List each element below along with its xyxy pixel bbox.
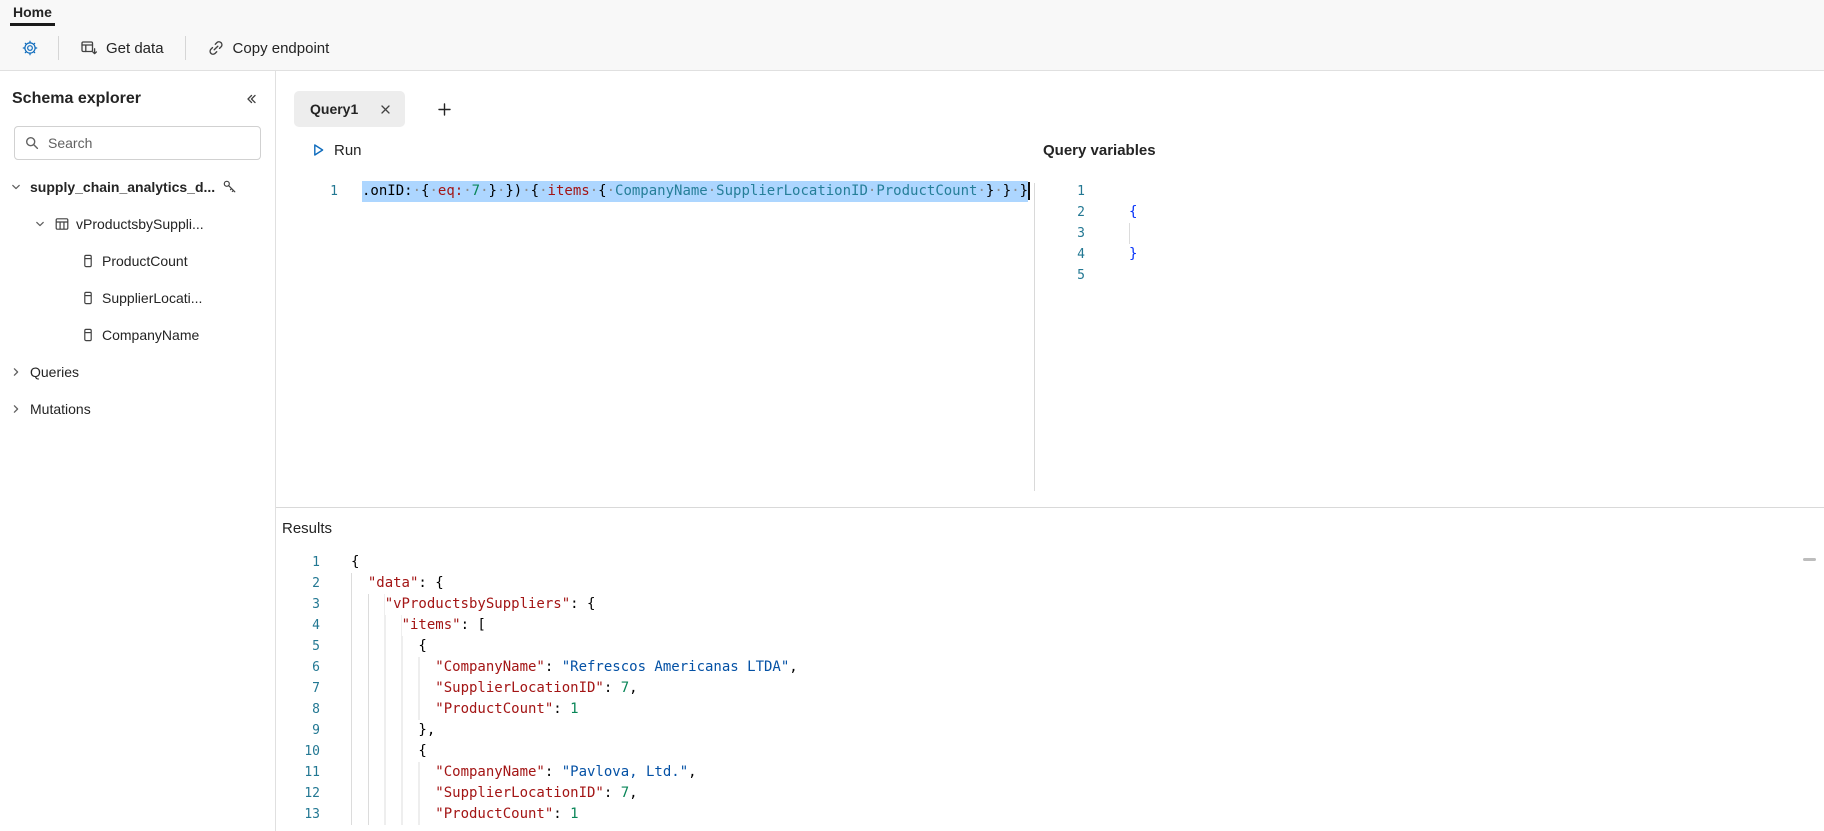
chevron-right-icon[interactable] bbox=[8, 364, 24, 380]
results-line: 10{ bbox=[276, 741, 1824, 762]
settings-button[interactable] bbox=[13, 34, 47, 62]
toolbar-divider bbox=[58, 36, 59, 60]
query-variables-editor[interactable]: 1 2{ 3 4} 5 bbox=[1035, 173, 1824, 286]
column-icon bbox=[80, 290, 96, 306]
selected-code-text: .onID: ·{· eq: · 7 ·} ·}) ·{· items ·{· CompanyNam… bbox=[362, 181, 1029, 202]
tree-item-supply-chain-analytics-d[interactable]: supply_chain_analytics_d... bbox=[0, 168, 275, 205]
tree-item-label: Queries bbox=[30, 363, 80, 380]
query-editor[interactable]: 1 .onID: ·{· eq: · 7 ·} ·}) ·{· items ·{· CompanyN… bbox=[276, 173, 1034, 202]
main-area: Query1 Run 1 .onID: · {· eq: · 7 ·} · … bbox=[276, 71, 1824, 831]
results-line: 5{ bbox=[276, 636, 1824, 657]
results-scrollbar-thumb[interactable] bbox=[1803, 558, 1816, 561]
results-line: 7 "SupplierLocationID": 7, bbox=[276, 678, 1824, 699]
gear-icon bbox=[22, 40, 38, 56]
tree-item-label: vProductsbySuppli... bbox=[76, 215, 204, 232]
variables-line: 5 bbox=[1077, 268, 1085, 283]
text-cursor bbox=[1028, 182, 1030, 200]
schema-tree: supply_chain_analytics_d... vProductsbySu… bbox=[0, 168, 275, 427]
query-variables-pane: Query variables 1 2{ 3 4} 5 bbox=[1035, 127, 1824, 507]
tree-item-productcount[interactable]: ProductCount bbox=[0, 242, 275, 279]
query-code-line: .onID: ·{· eq: · 7 ·} ·}) ·{· items ·{· CompanyNam… bbox=[338, 181, 1030, 202]
toolbar-divider bbox=[184, 36, 186, 60]
results-viewer[interactable]: 1{ 2 "data": {3 "vProductsbySuppliers": {4 "… bbox=[276, 548, 1824, 831]
schema-explorer-panel: Schema explorer supply_chain_analytics_d… bbox=[0, 71, 276, 831]
query-variables-title: Query variables bbox=[1043, 141, 1156, 159]
results-line: 13 "ProductCount": 1 bbox=[276, 804, 1824, 825]
tab-home-label: Home bbox=[13, 3, 52, 20]
tree-item-queries[interactable]: Queries bbox=[0, 353, 275, 390]
results-title: Results bbox=[282, 519, 333, 537]
results-line: 11 "CompanyName": "Pavlova, Ltd.", bbox=[276, 762, 1824, 783]
plus-icon bbox=[436, 101, 452, 117]
search-input[interactable] bbox=[48, 135, 251, 151]
link-icon bbox=[207, 39, 225, 57]
results-line: 3 "vProductsbySuppliers": { bbox=[276, 594, 1824, 615]
collapse-sidebar-button[interactable] bbox=[239, 87, 263, 111]
key-icon bbox=[221, 179, 237, 195]
new-tab-button[interactable] bbox=[429, 91, 459, 127]
results-line: 1{ bbox=[312, 554, 360, 570]
results-line: 4 "items": [ bbox=[276, 615, 1824, 636]
top-tab-bar: Home bbox=[0, 0, 1824, 26]
chevron-right-icon[interactable] bbox=[8, 401, 24, 417]
results-line: 6 "CompanyName": "Refrescos Americanas LT… bbox=[276, 657, 1824, 678]
query-tab-strip: Query1 bbox=[276, 71, 1824, 127]
variables-line: 3 bbox=[1035, 223, 1824, 244]
tree-item-vproductsbysuppli[interactable]: vProductsbySuppli... bbox=[0, 205, 275, 242]
editor-split: Run 1 .onID: ·{· eq: · 7 ·} ·}) ·{· items ·{· Comp… bbox=[276, 127, 1824, 507]
chevron-down-icon[interactable] bbox=[8, 179, 24, 195]
editor-line-number: 1 bbox=[330, 184, 338, 199]
column-icon bbox=[80, 253, 96, 269]
column-icon bbox=[80, 327, 96, 343]
close-tab-button[interactable] bbox=[378, 102, 393, 117]
get-data-button[interactable]: Get data bbox=[70, 33, 174, 63]
get-data-label: Get data bbox=[106, 39, 164, 57]
variables-line: 4} bbox=[1077, 246, 1138, 262]
chevron-down-icon[interactable] bbox=[32, 216, 48, 232]
search-box bbox=[14, 126, 261, 160]
results-line: 12 "SupplierLocationID": 7, bbox=[276, 783, 1824, 804]
tree-item-companyname[interactable]: CompanyName bbox=[0, 316, 275, 353]
copy-endpoint-label: Copy endpoint bbox=[232, 39, 330, 57]
tree-item-mutations[interactable]: Mutations bbox=[0, 390, 275, 427]
query-code-row: 1 .onID: ·{· eq: · 7 ·} ·}) ·{· items ·{· CompanyN… bbox=[276, 181, 1034, 202]
variables-line: 1 bbox=[1077, 184, 1085, 199]
tree-item-supplierlocati[interactable]: SupplierLocati... bbox=[0, 279, 275, 316]
search-icon bbox=[24, 135, 40, 151]
tree-item-label: supply_chain_analytics_d... bbox=[30, 178, 216, 195]
query-editor-pane: Run 1 .onID: ·{· eq: · 7 ·} ·}) ·{· items ·{· Comp… bbox=[276, 127, 1034, 507]
ribbon-toolbar: Get data Copy endpoint bbox=[0, 26, 1824, 71]
run-button[interactable]: Run bbox=[304, 138, 368, 163]
copy-endpoint-button[interactable]: Copy endpoint bbox=[197, 33, 340, 63]
double-chevron-left-icon bbox=[243, 91, 259, 107]
tab-query1-label: Query1 bbox=[310, 101, 359, 117]
variables-line: 2{ bbox=[1077, 204, 1138, 220]
results-panel: Results 1{ 2 "data": {3 "vProductsbySupplie… bbox=[276, 507, 1824, 831]
tree-item-label: SupplierLocati... bbox=[102, 289, 203, 306]
results-line: 8 "ProductCount": 1 bbox=[276, 699, 1824, 720]
tree-item-label: ProductCount bbox=[102, 252, 188, 269]
results-line: 9}, bbox=[276, 720, 1824, 741]
results-line: 2 "data": { bbox=[276, 573, 1824, 594]
tree-item-label: CompanyName bbox=[102, 326, 200, 343]
tree-item-label: Mutations bbox=[30, 400, 91, 417]
table-icon bbox=[54, 216, 70, 232]
schema-explorer-title: Schema explorer bbox=[12, 90, 141, 107]
get-data-table-icon bbox=[80, 39, 98, 57]
close-icon bbox=[380, 104, 391, 115]
tab-home[interactable]: Home bbox=[10, 2, 55, 26]
play-icon bbox=[310, 142, 326, 158]
run-label: Run bbox=[334, 141, 362, 159]
tab-query1[interactable]: Query1 bbox=[294, 91, 406, 127]
